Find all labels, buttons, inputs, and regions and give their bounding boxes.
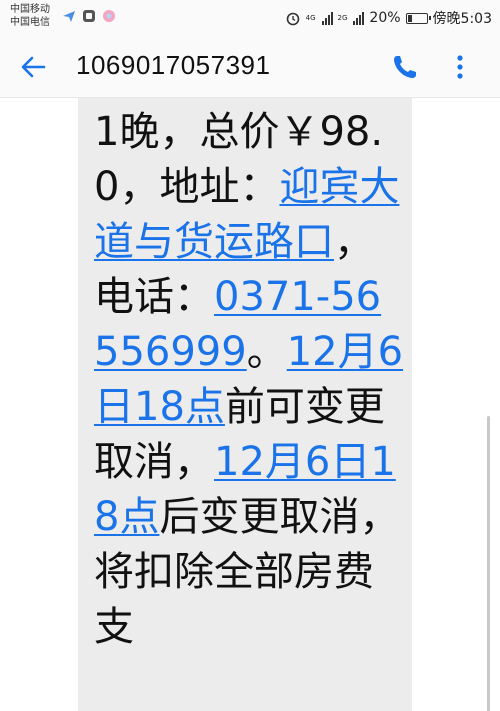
notification-icons — [62, 9, 116, 23]
status-bar: 中国移动 中国电信 4G 2G 20% 傍晚5:03 — [0, 0, 500, 34]
photos-icon — [103, 10, 115, 22]
message-text[interactable]: 床房(无早)，1间1晚，总价￥98.0，地址：迎宾大道与货运路口，电话：0371… — [94, 98, 406, 655]
phone-icon[interactable] — [390, 52, 420, 82]
carrier-1: 中国移动 — [10, 4, 50, 15]
back-arrow-icon[interactable] — [18, 52, 48, 82]
send-icon — [63, 11, 75, 22]
contact-number: 1069017057391 — [76, 50, 271, 80]
clock: 傍晚5:03 — [432, 11, 492, 27]
carrier-info: 中国移动 中国电信 — [10, 3, 50, 29]
carrier-2: 中国电信 — [10, 17, 50, 28]
battery-fill — [407, 14, 412, 22]
message-list[interactable]: 床房(无早)，1间1晚，总价￥98.0，地址：迎宾大道与货运路口，电话：0371… — [0, 98, 500, 711]
signal-2-icon — [353, 11, 365, 25]
net-label-1: 4G — [305, 13, 316, 22]
more-options-icon[interactable] — [450, 52, 470, 82]
alarm-icon — [286, 12, 299, 26]
battery-icon — [405, 12, 431, 24]
app-icon — [83, 10, 95, 22]
signal-1-icon — [321, 11, 333, 25]
battery-percent: 20% — [369, 10, 401, 26]
conversation-header: 1069017057391 — [0, 34, 500, 98]
scrollbar[interactable] — [487, 416, 490, 711]
message-text-part: 。 — [246, 329, 287, 375]
net-label-2: 2G — [337, 13, 348, 22]
system-status: 4G 2G 20% 傍晚5:03 — [285, 8, 492, 28]
